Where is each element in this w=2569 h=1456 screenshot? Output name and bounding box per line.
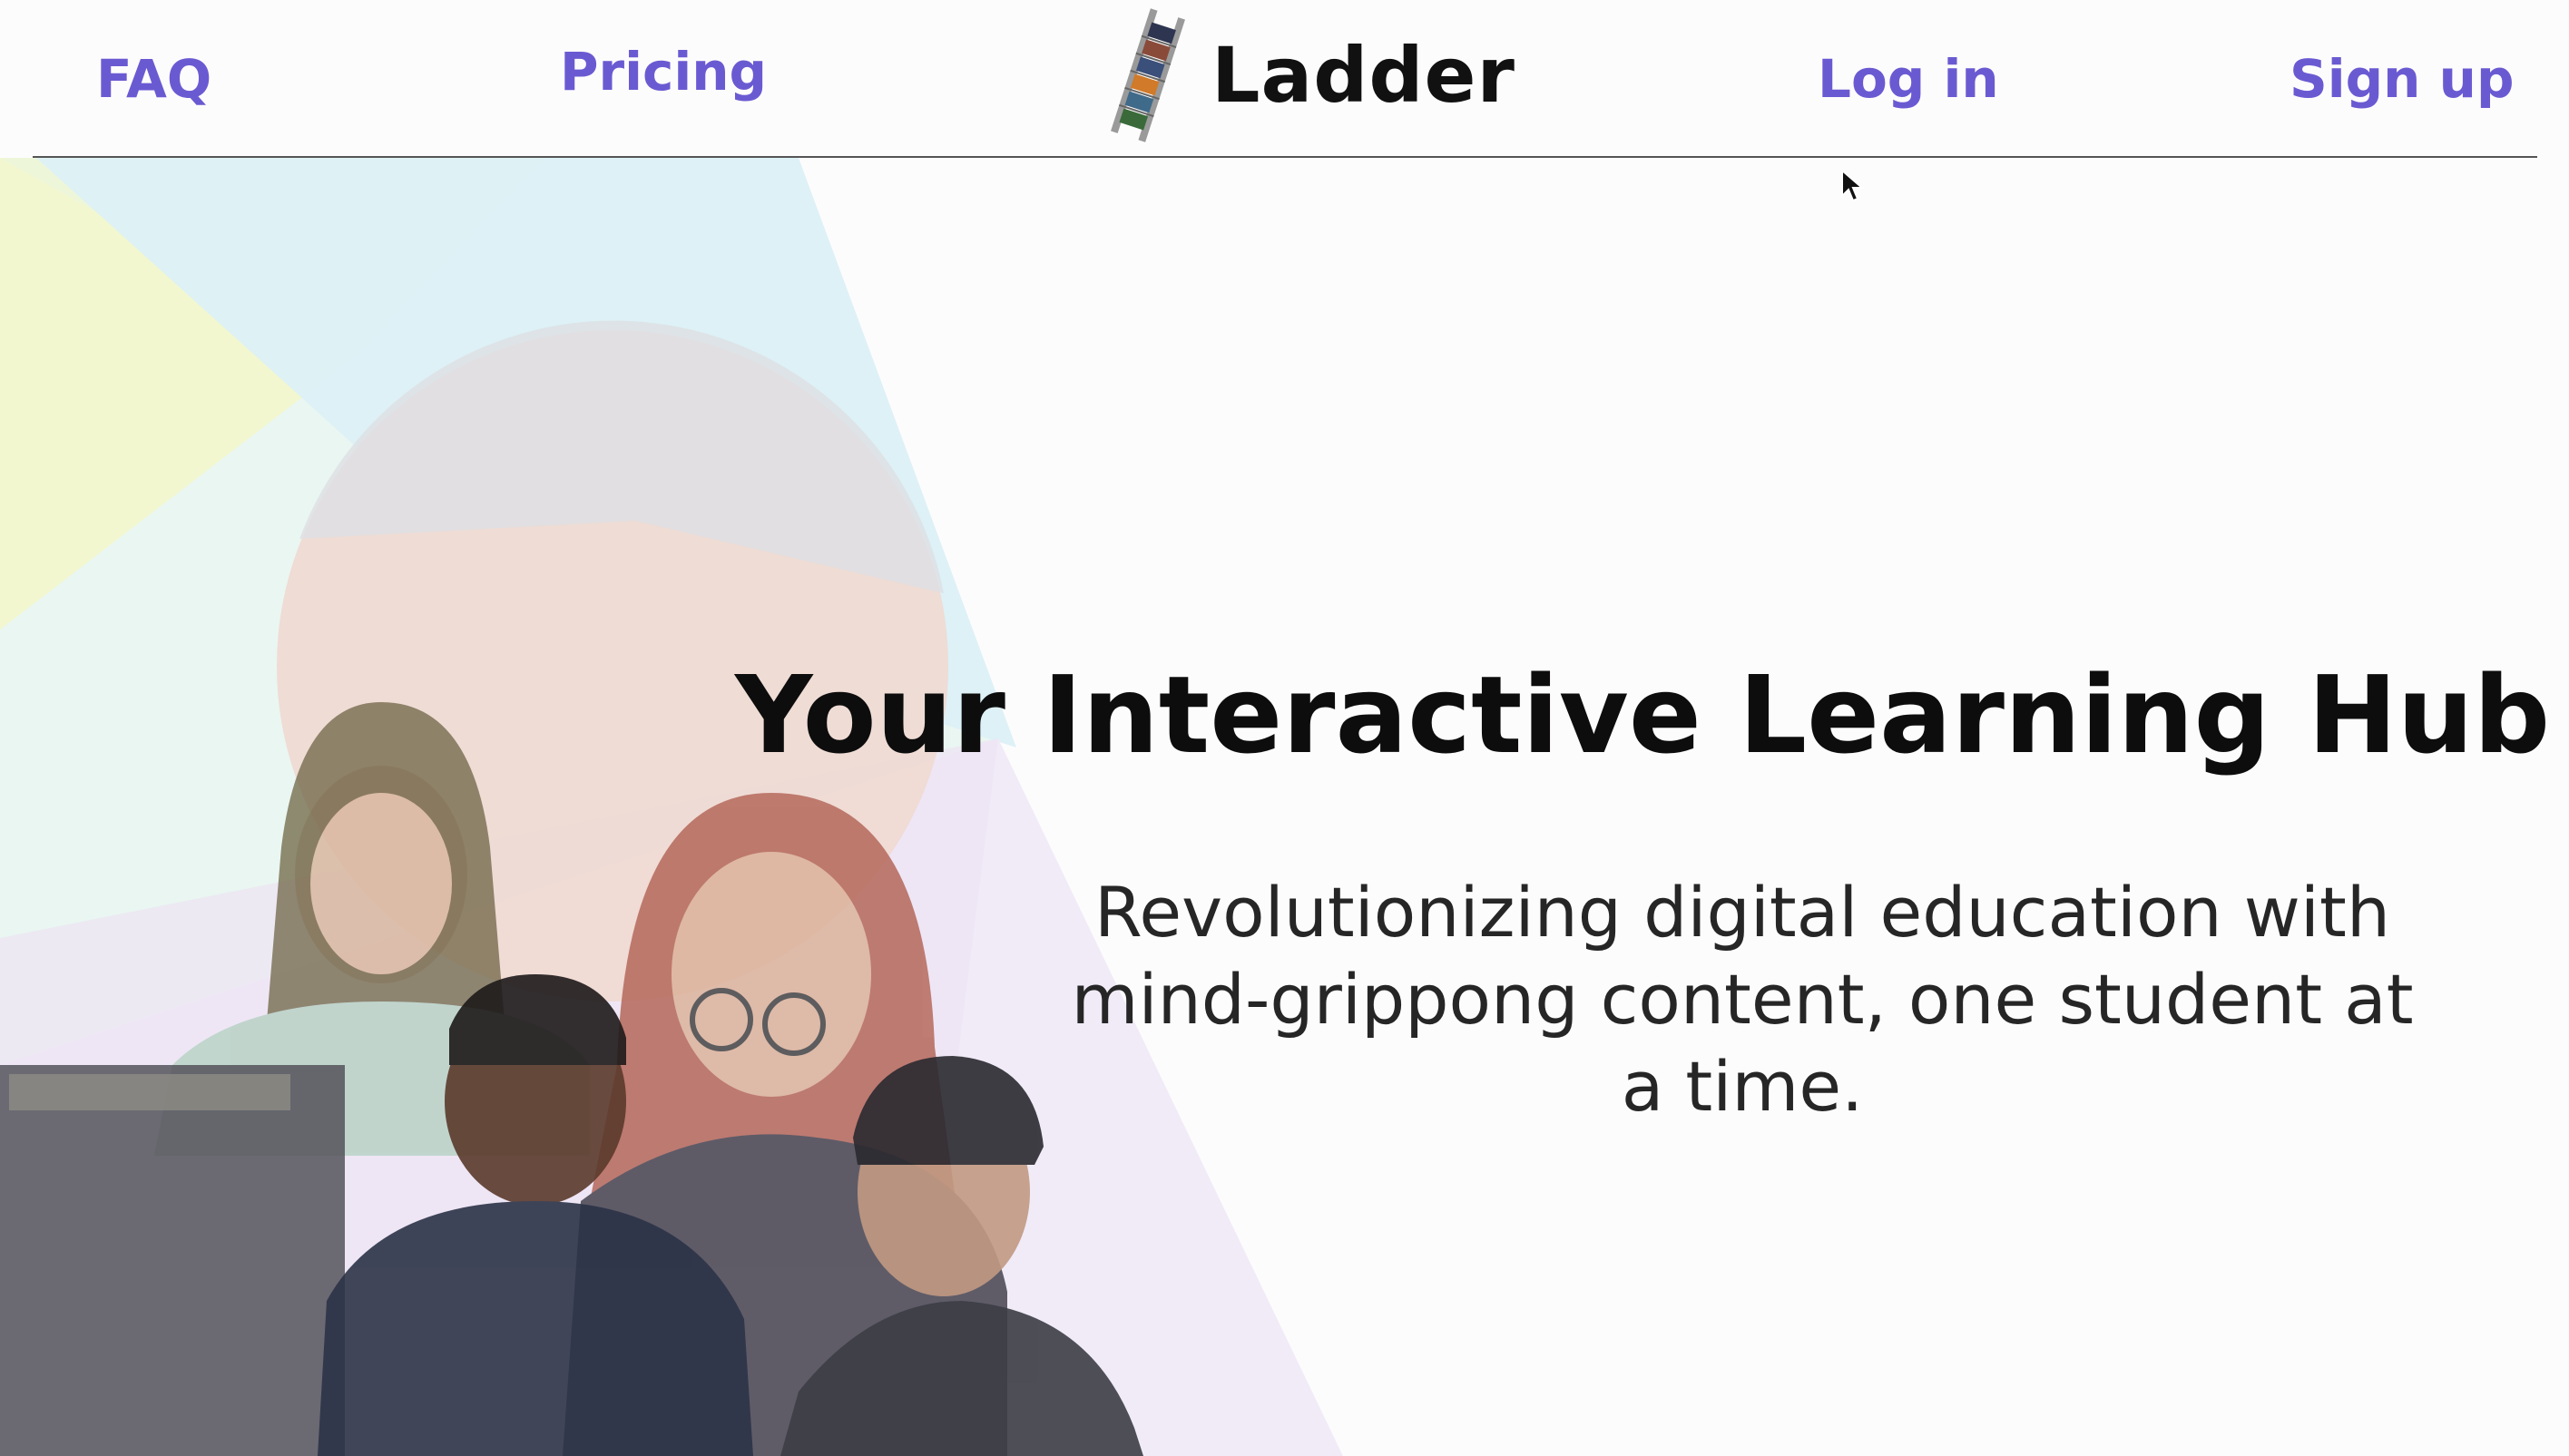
nav-link-pricing[interactable]: Pricing [560,45,767,98]
hero-title: Your Interactive Learning Hub [735,652,2551,778]
brand-name: Ladder [1211,31,1515,120]
monitor-shape [0,1065,345,1456]
nav-link-login[interactable]: Log in [1818,53,1999,105]
site-header: FAQ Pricing Ladder Log in Sign up [0,0,2569,158]
header-divider [33,156,2537,158]
ladder-icon [1111,8,1185,142]
nav-link-signup[interactable]: Sign up [2290,53,2514,105]
hero-subtitle: Revolutionizing digital education with m… [1071,872,2414,1127]
landing-page: FAQ Pricing Ladder Log in Sign up Your I… [0,0,2569,1456]
nav-link-faq[interactable]: FAQ [96,53,211,105]
mouse-pointer-icon [1841,169,1864,202]
hero-illustration [0,158,1343,1456]
brand-logo[interactable]: Ladder [1103,7,1515,143]
